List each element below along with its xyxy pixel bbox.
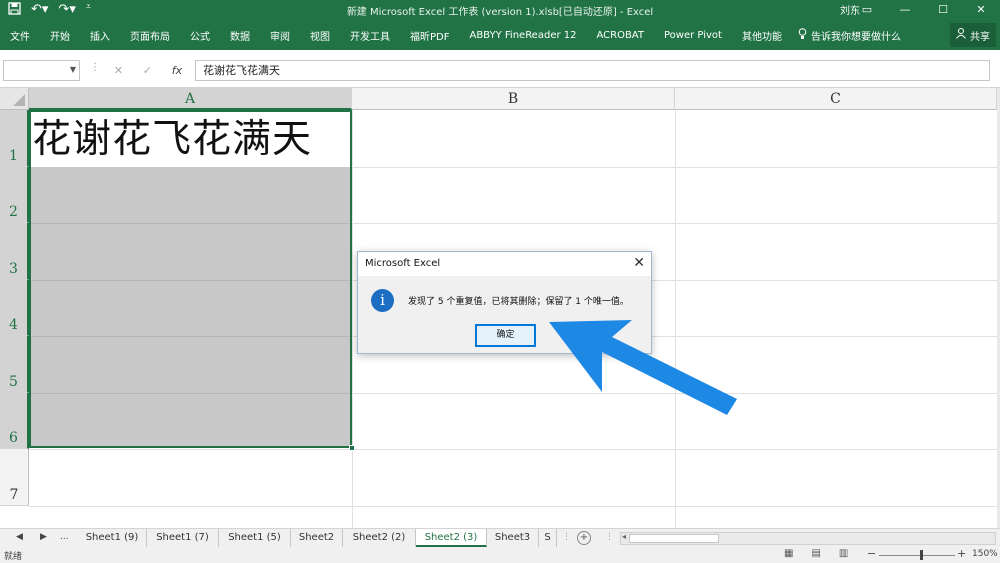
- annotation-arrow-icon: [549, 320, 737, 415]
- scroll-left-arrow-icon[interactable]: ◂: [622, 532, 626, 541]
- close-icon[interactable]: ✕: [633, 255, 645, 271]
- tab-data[interactable]: 数据: [220, 28, 260, 43]
- sheet-tab[interactable]: Sheet1 (5): [219, 529, 291, 547]
- column-header-a[interactable]: A: [29, 88, 352, 110]
- cancel-icon[interactable]: ✕: [114, 64, 123, 77]
- info-icon: i: [371, 289, 394, 312]
- scroll-left-icon[interactable]: ◀: [16, 532, 23, 542]
- formula-input[interactable]: 花谢花飞花满天: [195, 60, 990, 81]
- maximize-icon[interactable]: ☐: [924, 0, 962, 20]
- lightbulb-icon: [798, 27, 807, 43]
- tab-developer[interactable]: 开发工具: [340, 28, 400, 43]
- tab-power-pivot[interactable]: Power Pivot: [654, 30, 732, 41]
- row-header-5[interactable]: 5: [0, 336, 29, 393]
- formula-bar-grip-icon[interactable]: ⋮: [90, 62, 100, 73]
- ribbon: 文件 开始 插入 页面布局 公式 数据 审阅 视图 开发工具 福昕PDF ABB…: [0, 20, 1000, 50]
- zoom-in-icon[interactable]: +: [957, 547, 966, 560]
- grid-line: [29, 506, 997, 507]
- tab-acrobat[interactable]: ACROBAT: [586, 30, 654, 41]
- sheet-tab[interactable]: Sheet1 (9): [78, 529, 147, 547]
- tab-abbyy[interactable]: ABBYY FineReader 12: [459, 30, 586, 41]
- tab-view[interactable]: 视图: [300, 28, 340, 43]
- row-header-3[interactable]: 3: [0, 223, 29, 280]
- horizontal-scrollbar[interactable]: ◂: [620, 532, 996, 545]
- zoom-knob[interactable]: [920, 550, 923, 560]
- zoom-out-icon[interactable]: −: [867, 547, 876, 560]
- name-box[interactable]: ▼: [3, 60, 80, 81]
- formula-bar: ▼ ⋮ ✕ ✓ fx 花谢花飞花满天: [0, 50, 1000, 88]
- minimize-icon[interactable]: —: [886, 0, 924, 20]
- ok-button[interactable]: 确定: [475, 324, 536, 347]
- scrollbar-thumb[interactable]: [629, 534, 719, 543]
- sheet-tab[interactable]: S: [539, 529, 557, 547]
- dialog-title: Microsoft Excel: [365, 258, 441, 269]
- status-bar: 就绪 ▦ ▤ ▥ − + 150%: [0, 547, 1000, 563]
- tab-other[interactable]: 其他功能: [732, 28, 792, 43]
- page-break-view-icon[interactable]: ▥: [839, 548, 848, 559]
- sheet-tab-bar: ◀ ▶ ... Sheet1 (9) Sheet1 (7) Sheet1 (5)…: [0, 528, 1000, 547]
- grid-line: [352, 110, 353, 528]
- enter-icon[interactable]: ✓: [143, 64, 152, 77]
- scrollbar-grip-icon[interactable]: ⋮: [605, 532, 614, 542]
- column-header-b[interactable]: B: [352, 88, 675, 110]
- view-buttons: ▦ ▤ ▥: [784, 548, 848, 559]
- add-sheet-button[interactable]: +: [577, 531, 591, 545]
- chevron-down-icon[interactable]: ▼: [70, 65, 76, 74]
- window-controls: ▭ — ☐ ✕: [848, 0, 1000, 20]
- tell-me-text: 告诉我你想要做什么: [810, 31, 901, 43]
- grid-line: [29, 449, 997, 450]
- row-header-7[interactable]: 7: [0, 449, 29, 506]
- dialog-message: 发现了 5 个重复值，已将其删除；保留了 1 个唯一值。: [408, 297, 629, 307]
- sheet-tab[interactable]: Sheet3: [487, 529, 539, 547]
- select-all-corner[interactable]: [0, 88, 29, 110]
- sheet-tab-grip-icon[interactable]: ⋮: [562, 532, 571, 542]
- tab-page-layout[interactable]: 页面布局: [120, 28, 180, 43]
- scroll-right-icon[interactable]: ▶: [40, 532, 47, 542]
- close-window-icon[interactable]: ✕: [962, 0, 1000, 20]
- row-header-1[interactable]: 1: [0, 110, 29, 167]
- row-header-2[interactable]: 2: [0, 167, 29, 223]
- ribbon-display-icon[interactable]: ▭: [848, 0, 886, 20]
- tell-me-box[interactable]: 告诉我你想要做什么: [792, 27, 911, 43]
- share-label: 共享: [970, 31, 990, 43]
- selection-border: [29, 110, 352, 448]
- normal-view-icon[interactable]: ▦: [784, 548, 793, 559]
- page-layout-view-icon[interactable]: ▤: [811, 548, 820, 559]
- person-icon: [956, 28, 966, 42]
- tab-home[interactable]: 开始: [40, 28, 80, 43]
- tab-file[interactable]: 文件: [0, 28, 40, 43]
- fill-handle[interactable]: [349, 445, 355, 451]
- tab-insert[interactable]: 插入: [80, 28, 120, 43]
- title-bar: ↶▾ ↷▾ ⩡ 新建 Microsoft Excel 工作表 (version …: [0, 0, 1000, 20]
- tab-review[interactable]: 审阅: [260, 28, 300, 43]
- sheet-tab-active[interactable]: Sheet2 (3): [416, 529, 487, 547]
- tab-formulas[interactable]: 公式: [180, 28, 220, 43]
- sheet-tab[interactable]: Sheet2 (2): [343, 529, 416, 547]
- sheet-tab[interactable]: Sheet2: [291, 529, 343, 547]
- row-header-6[interactable]: 6: [0, 393, 29, 449]
- tab-foxit-pdf[interactable]: 福昕PDF: [400, 28, 459, 43]
- zoom-slider[interactable]: − +: [867, 547, 967, 561]
- dialog-title-bar: Microsoft Excel ✕: [358, 252, 651, 276]
- zoom-level[interactable]: 150%: [972, 549, 998, 559]
- more-sheets-ellipsis[interactable]: ...: [60, 532, 69, 542]
- row-header-4[interactable]: 4: [0, 280, 29, 336]
- ribbon-tabs: 文件 开始 插入 页面布局 公式 数据 审阅 视图 开发工具 福昕PDF ABB…: [0, 20, 911, 50]
- insert-function-icon[interactable]: fx: [172, 64, 182, 77]
- share-button[interactable]: 共享: [950, 23, 996, 47]
- zoom-track[interactable]: [879, 555, 955, 556]
- sheet-tab[interactable]: Sheet1 (7): [147, 529, 219, 547]
- formula-buttons: ✕ ✓ fx: [104, 60, 192, 81]
- status-ready: 就绪: [4, 552, 23, 562]
- column-header-c[interactable]: C: [675, 88, 997, 110]
